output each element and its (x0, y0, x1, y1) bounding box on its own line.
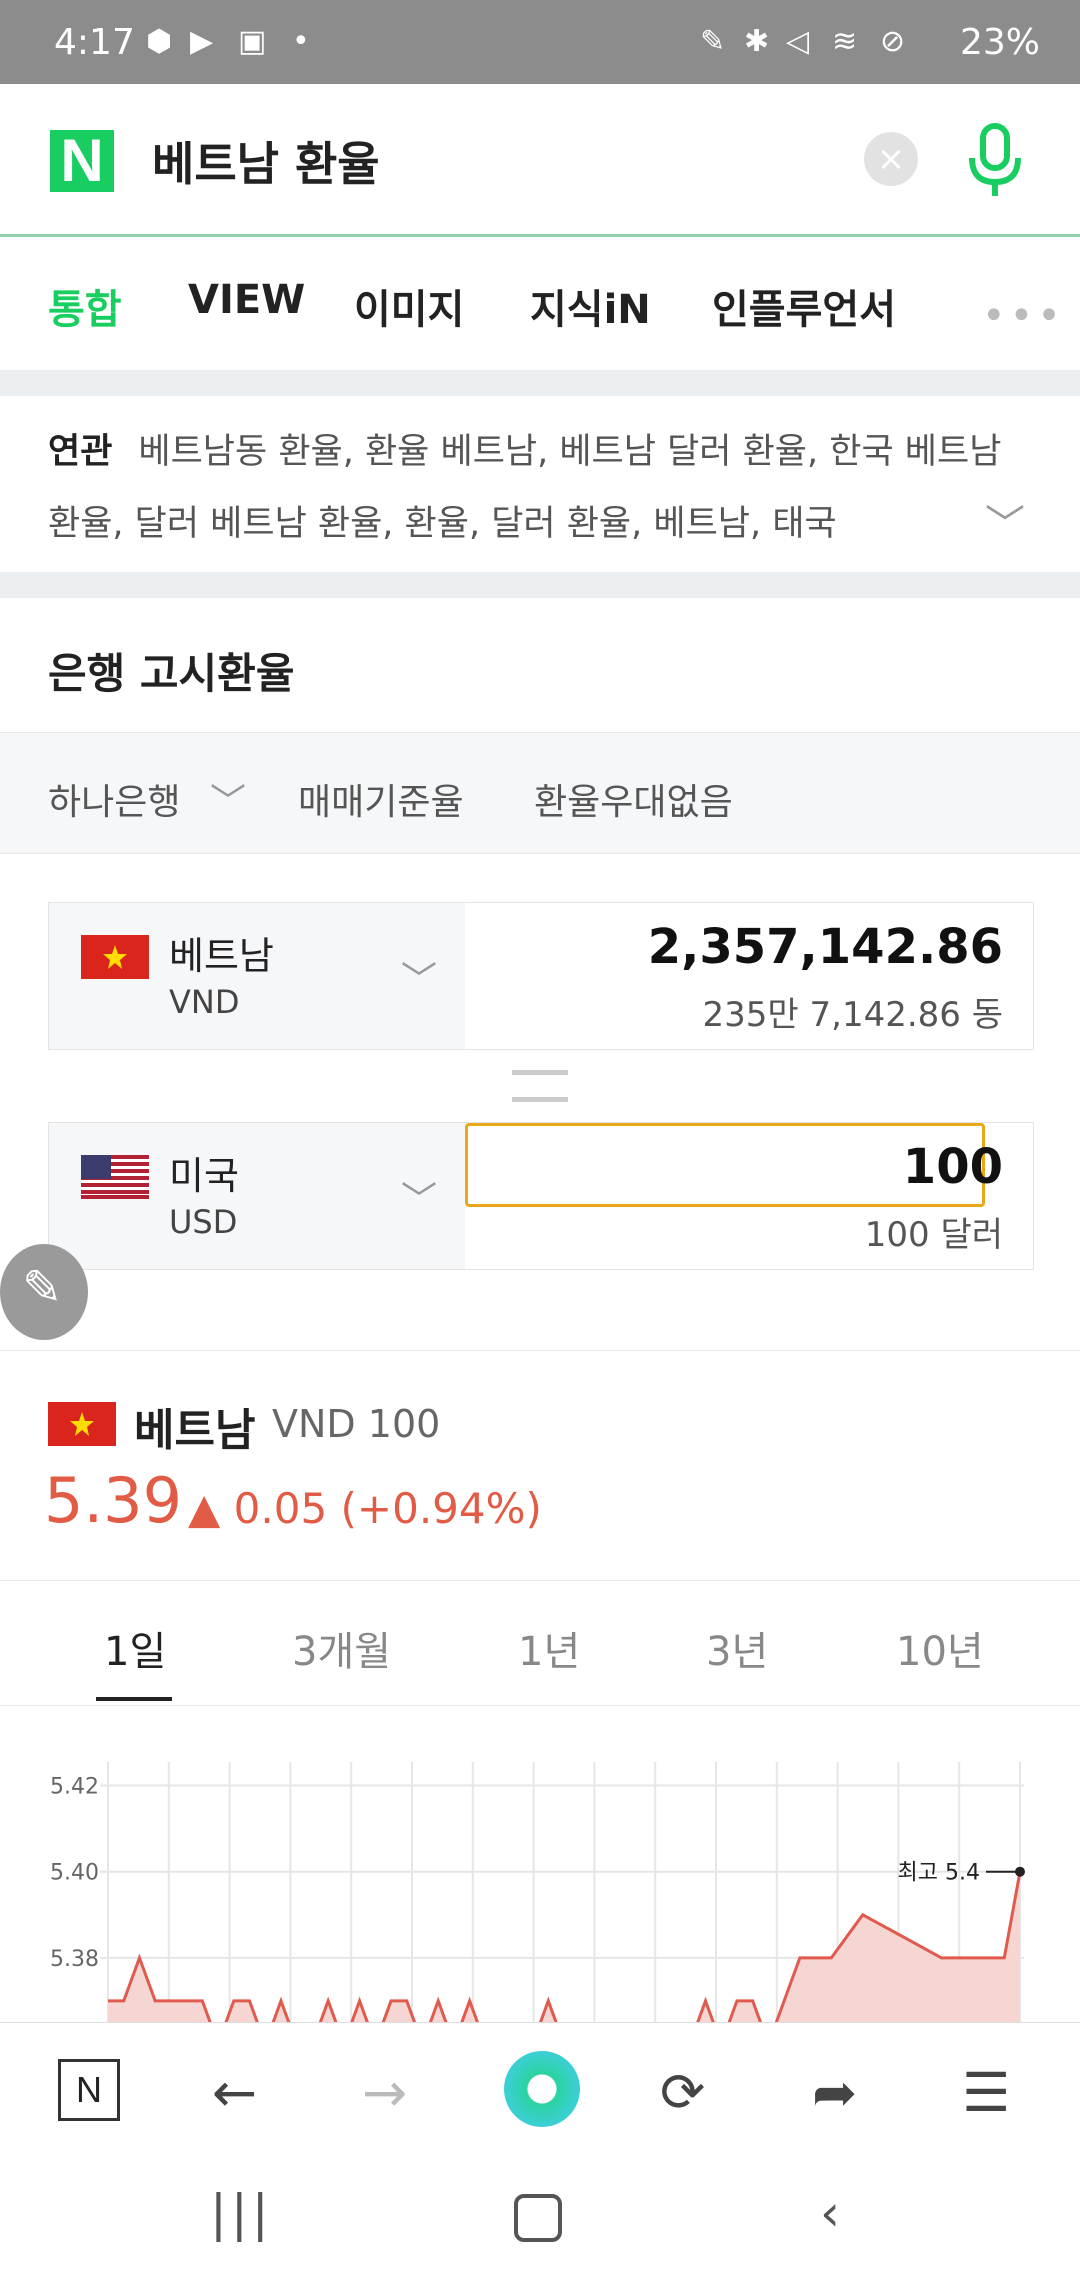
clear-icon[interactable]: × (864, 132, 918, 186)
divider (0, 370, 1080, 396)
mute-icon: ◁ (786, 24, 810, 59)
period-tab-10y[interactable]: 10년 (896, 1619, 984, 1677)
currency-select-to[interactable]: 미국 USD ﹀ (49, 1123, 465, 1269)
dnd-icon: ⊘ (880, 24, 906, 59)
active-tab-indicator (96, 1697, 172, 1701)
recents-icon[interactable]: ||| (210, 2184, 273, 2242)
max-annotation: 최고 5.4 (898, 1861, 980, 1886)
bank-options: 하나은행 ﹀ 매매기준율 환율우대없음 (0, 732, 1080, 854)
related-searches: 연관 베트남동 환율, 환율 베트남, 베트남 달러 환율, 한국 베트남 환율,… (0, 396, 1080, 572)
rate-chart[interactable]: 5.42 5.40 5.38 최고 5.4 (0, 1704, 1080, 2022)
home-n-icon[interactable]: N (58, 2059, 120, 2121)
y-tick-label: 5.40 (50, 1861, 99, 1886)
youtube-icon: ▶ (190, 24, 214, 59)
pencil-icon: ✎ (22, 1260, 63, 1316)
y-tick-label: 5.42 (50, 1775, 99, 1800)
bluetooth-icon: ✱ (744, 24, 770, 59)
cube-icon: ⬢ (146, 24, 173, 59)
converter-to: 미국 USD ﹀ 100 100 달러 (48, 1122, 1034, 1270)
pen-icon: ✎ (700, 24, 726, 59)
search-header: N 베트남 환율 × (0, 84, 1080, 237)
chevron-down-icon[interactable]: ﹀ (985, 492, 1025, 550)
tab-view[interactable]: VIEW (188, 277, 305, 323)
rate-type-select[interactable]: 매매기준율 (298, 773, 464, 825)
period-tabs: 1일 3개월 1년 3년 10년 (0, 1580, 1080, 1706)
dot-icon: • (292, 24, 310, 59)
divider (0, 572, 1080, 598)
nav-back-icon[interactable]: ‹ (820, 2184, 840, 2242)
amount-text: 235만 7,142.86 동 (702, 995, 1003, 1035)
currency-country: 베트남 (169, 934, 274, 978)
more-icon[interactable]: ••• (982, 293, 1065, 339)
currency-select-from[interactable]: 베트남 VND ﹀ (49, 903, 465, 1049)
forward-arrow-icon[interactable]: → (362, 2061, 407, 2124)
chevron-down-icon[interactable]: ﹀ (401, 1171, 437, 1223)
rate-change: ▲ 0.05 (+0.94%) (188, 1484, 542, 1533)
search-tabs: 통합 VIEW 이미지 지식iN 인플루언서 ••• (0, 237, 1080, 367)
currency-code: VND (169, 983, 240, 1021)
period-tab-1y[interactable]: 1년 (518, 1619, 580, 1677)
gallery-icon: ▣ (238, 24, 267, 59)
naver-logo[interactable]: N (50, 130, 114, 192)
converter-from: 베트남 VND ﹀ 2,357,142.86 235만 7,142.86 동 (48, 902, 1034, 1050)
amount-value[interactable]: 2,357,142.86 (648, 919, 1003, 975)
period-tab-3y[interactable]: 3년 (706, 1619, 768, 1677)
mic-icon[interactable] (960, 120, 1030, 200)
divider (0, 1350, 1080, 1351)
vietnam-flag-icon (81, 935, 149, 979)
tab-images[interactable]: 이미지 (354, 277, 464, 335)
bank-select[interactable]: 하나은행 (48, 773, 180, 825)
chevron-down-icon[interactable]: ﹀ (210, 773, 246, 825)
refresh-icon[interactable]: ⟳ (660, 2061, 705, 2124)
home-icon[interactable] (514, 2194, 562, 2242)
rate-code: VND 100 (272, 1402, 441, 1446)
amount-value[interactable]: 100 (903, 1139, 1003, 1195)
search-query[interactable]: 베트남 환율 (152, 128, 380, 194)
tab-knowledge[interactable]: 지식iN (530, 277, 651, 335)
rate-value: 5.39 (44, 1464, 183, 1537)
usa-flag-icon (81, 1155, 149, 1199)
currency-code: USD (169, 1203, 238, 1241)
rate-country: 베트남 (134, 1405, 256, 1456)
related-keywords[interactable]: 베트남동 환율, 환율 베트남, 베트남 달러 환율, 한국 베트남 환율, 달… (48, 432, 1001, 544)
status-time: 4:17 (54, 22, 135, 63)
wifi-icon: ≋ (832, 24, 858, 59)
chart-svg: 5.42 5.40 5.38 최고 5.4 (50, 1762, 1025, 2022)
tab-integrated[interactable]: 통합 (48, 277, 122, 335)
edit-button[interactable]: ✎ (0, 1244, 88, 1340)
menu-icon[interactable]: ☰ (962, 2061, 1010, 2124)
back-arrow-icon[interactable]: ← (212, 2061, 257, 2124)
equals-icon (512, 1070, 568, 1102)
section-title: 은행 고시환율 (48, 649, 295, 698)
vietnam-flag-icon (48, 1402, 116, 1446)
battery-text: 23% (959, 22, 1040, 63)
related-text[interactable]: 연관 베트남동 환율, 환율 베트남, 베트남 달러 환율, 한국 베트남 환율,… (48, 416, 1008, 560)
period-tab-3m[interactable]: 3개월 (292, 1619, 391, 1677)
amount-text: 100 달러 (864, 1215, 1003, 1255)
related-label: 연관 (48, 432, 113, 472)
browser-toolbar: N ← → ⟳ ➦ ☰ (0, 2022, 1080, 2155)
share-icon[interactable]: ➦ (812, 2061, 857, 2124)
system-nav-bar: ||| ‹ (0, 2154, 1080, 2280)
status-bar: 4:17 ⬢ ▶ ▣ • ✎ ✱ ◁ ≋ ⊘ 23% (0, 0, 1080, 84)
green-dot-icon[interactable] (504, 2051, 580, 2127)
tab-influencer[interactable]: 인플루언서 (712, 277, 896, 335)
period-tab-1d[interactable]: 1일 (104, 1619, 166, 1677)
y-tick-label: 5.38 (50, 1947, 99, 1972)
discount-select[interactable]: 환율우대없음 (534, 773, 733, 825)
currency-country: 미국 (169, 1154, 239, 1198)
chevron-down-icon[interactable]: ﹀ (401, 951, 437, 1003)
